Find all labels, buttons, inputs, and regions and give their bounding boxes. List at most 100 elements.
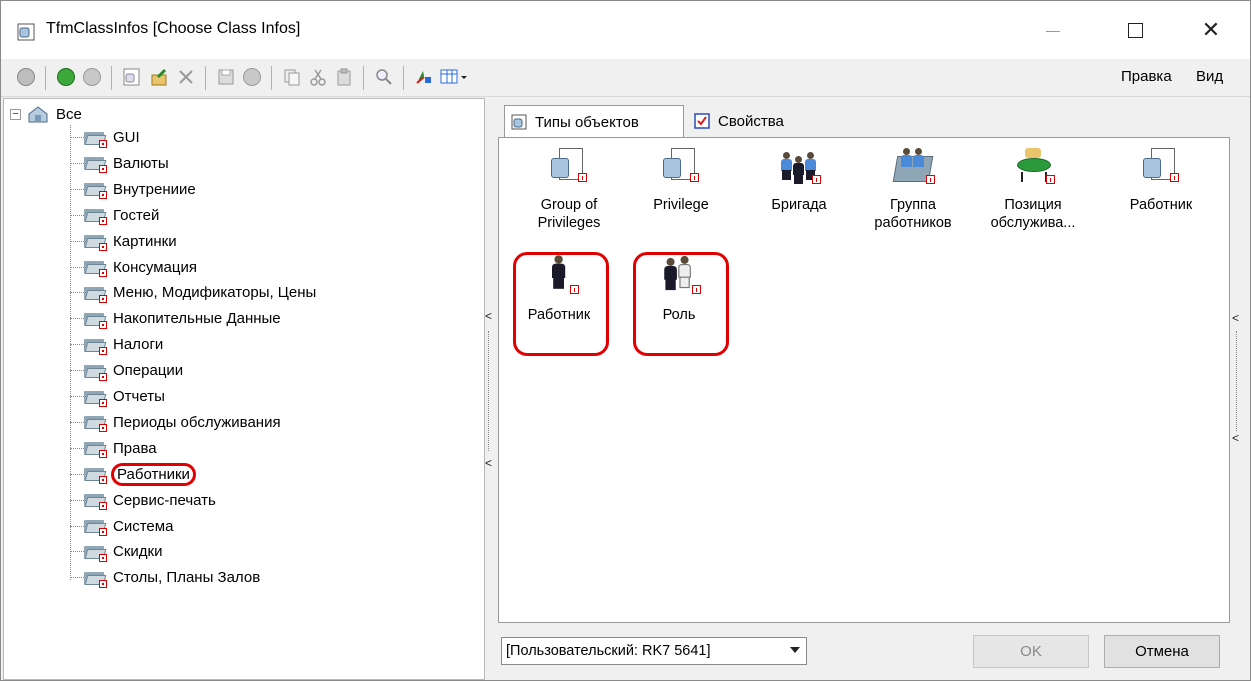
- folder-icon: [84, 544, 107, 562]
- folder-icon: [84, 337, 107, 355]
- cut-icon[interactable]: [307, 66, 329, 88]
- tree-item[interactable]: Картинки: [84, 229, 179, 254]
- cube-doc-icon: [1141, 146, 1181, 190]
- tree-item[interactable]: Консумация: [84, 255, 199, 280]
- tree-item[interactable]: Операции: [84, 358, 185, 383]
- ok-button[interactable]: OK: [973, 635, 1089, 668]
- category-tree: − Все GUI Валюты Внутрениие Гостей Картинки К…: [3, 98, 485, 680]
- folder-icon: [84, 259, 107, 277]
- object-type-item[interactable]: Группа работников: [865, 146, 961, 232]
- title-bar: TfmClassInfos [Choose Class Infos] ✕: [1, 1, 1250, 59]
- paste-icon[interactable]: [333, 66, 355, 88]
- folder-icon: [84, 492, 107, 511]
- cube-doc-icon: [661, 146, 701, 190]
- object-type-item[interactable]: Privilege: [633, 146, 729, 214]
- cancel-button[interactable]: Отмена: [1104, 635, 1220, 668]
- object-type-item[interactable]: Group of Privileges: [521, 146, 617, 232]
- minimize-button[interactable]: [1031, 15, 1075, 45]
- object-type-item[interactable]: Позиция обслужива...: [985, 146, 1081, 232]
- tree-item[interactable]: Гостей: [84, 203, 161, 228]
- copy-icon[interactable]: [281, 66, 303, 88]
- find-icon[interactable]: [373, 66, 395, 88]
- tree-item-label: GUI: [113, 129, 140, 146]
- object-type-item[interactable]: Работник: [511, 255, 607, 324]
- role-icon: [659, 255, 701, 300]
- tree-item[interactable]: Скидки: [84, 539, 164, 564]
- new-object-icon[interactable]: [121, 66, 143, 88]
- properties-icon: [694, 113, 710, 129]
- undo-icon[interactable]: [241, 66, 263, 88]
- object-type-label-line2: обслужива...: [990, 215, 1076, 231]
- object-type-item[interactable]: Роль: [631, 255, 727, 324]
- tree-item-label: Меню, Модификаторы, Цены: [113, 284, 317, 302]
- folder-icon: [84, 363, 107, 381]
- right-splitter[interactable]: < <: [1230, 301, 1242, 461]
- folder-icon: [84, 285, 107, 303]
- object-type-label: Позиция: [1004, 197, 1062, 213]
- back-icon[interactable]: [55, 66, 77, 88]
- folder-icon: [84, 311, 107, 329]
- maximize-button[interactable]: [1113, 15, 1157, 45]
- tree-item-label: Картинки: [113, 232, 177, 250]
- tree-item[interactable]: Работники: [84, 462, 196, 487]
- tree-item-label: Сервис-печать: [113, 491, 216, 509]
- tree-item[interactable]: Сервис-печать: [84, 488, 218, 513]
- tree-item[interactable]: Периоды обслуживания: [84, 410, 283, 435]
- tree-item[interactable]: Система: [84, 514, 175, 539]
- tree-item-label: Система: [113, 517, 174, 535]
- tree-item[interactable]: Меню, Модификаторы, Цены: [84, 280, 318, 305]
- object-type-item[interactable]: Работник: [1113, 146, 1209, 214]
- window-title: TfmClassInfos [Choose Class Infos]: [46, 20, 301, 37]
- view-grid-icon[interactable]: [439, 66, 471, 88]
- folder-icon: [84, 181, 107, 200]
- tree-item[interactable]: Отчеты: [84, 384, 167, 409]
- tree-item[interactable]: Столы, Планы Залов: [84, 565, 262, 590]
- tree-item-label: Права: [113, 439, 157, 457]
- folder-icon: [84, 207, 107, 226]
- close-button[interactable]: ✕: [1189, 15, 1233, 45]
- object-type-label: Privilege: [653, 197, 709, 213]
- object-type-label: Работник: [527, 307, 591, 323]
- menu-view[interactable]: Вид: [1196, 68, 1223, 85]
- sort-icon[interactable]: [413, 66, 435, 88]
- forward-icon[interactable]: [81, 66, 103, 88]
- app-icon: [17, 23, 35, 41]
- tree-item-label: Внутрениие: [113, 180, 196, 198]
- tab-object-types[interactable]: Типы объектов: [504, 105, 684, 138]
- object-type-label-line2: работников: [874, 215, 952, 231]
- object-type-icon: [511, 114, 527, 130]
- tab-properties[interactable]: Свойства: [688, 105, 818, 137]
- tree-item-label: Отчеты: [113, 388, 165, 405]
- object-type-label: Работник: [1129, 197, 1193, 213]
- refresh-icon[interactable]: [15, 66, 37, 88]
- tree-root[interactable]: − Все: [10, 103, 84, 125]
- tree-item[interactable]: Накопительные Данные: [84, 306, 283, 331]
- tree-item-label: Налоги: [113, 336, 164, 354]
- scheme-select-value: [Пользовательский: RK7 5641]: [506, 643, 711, 659]
- object-type-label: Бригада: [771, 197, 827, 213]
- save-icon[interactable]: [215, 66, 237, 88]
- tree-item[interactable]: Валюты: [84, 151, 171, 176]
- toolbar: Правка Вид: [1, 59, 1250, 97]
- tree-item[interactable]: Права: [84, 436, 159, 461]
- tab-properties-label: Свойства: [718, 112, 784, 130]
- object-type-label: Роль: [662, 307, 696, 323]
- tree-item[interactable]: Внутрениие: [84, 177, 198, 202]
- folder-icon: [84, 155, 107, 174]
- tree-item[interactable]: Налоги: [84, 332, 165, 357]
- menu-edit[interactable]: Правка: [1121, 68, 1172, 85]
- tree-item-label: Валюты: [113, 154, 169, 172]
- team-icon: [779, 146, 821, 190]
- scheme-select[interactable]: [Пользовательский: RK7 5641]: [501, 637, 807, 665]
- tree-item-label: Операции: [113, 362, 184, 380]
- tree-item-label: Скидки: [113, 543, 163, 561]
- left-splitter[interactable]: < <: [485, 301, 493, 481]
- workers-folder-icon: [892, 146, 935, 190]
- tree-item-label: Столы, Планы Залов: [113, 569, 261, 587]
- object-type-item[interactable]: Бригада: [751, 146, 847, 214]
- delete-icon[interactable]: [175, 66, 197, 88]
- folder-icon: [84, 414, 107, 433]
- tree-item[interactable]: GUI: [84, 125, 142, 150]
- export-icon[interactable]: [149, 66, 171, 88]
- collapse-icon[interactable]: −: [10, 108, 21, 120]
